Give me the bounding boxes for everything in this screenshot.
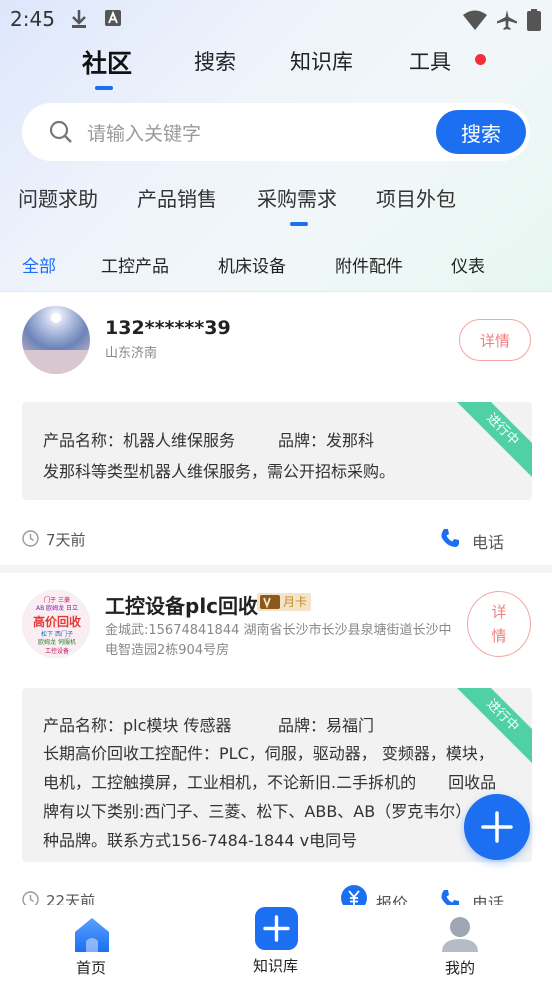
category-tab-indicator	[290, 222, 308, 226]
plus-icon	[481, 811, 513, 843]
search-input[interactable]: 请输入关键字	[87, 119, 201, 146]
card-separator	[0, 565, 552, 573]
post-info-box: 进行中 产品名称：plc模块 传感器 品牌：易福门 长期高价回收工控配件：PLC…	[22, 688, 532, 862]
avatar[interactable]	[22, 306, 90, 374]
person-icon	[442, 917, 478, 952]
keyboard-a-icon	[105, 10, 121, 26]
bottom-nav: 首页 知识库 我的	[0, 905, 552, 983]
tab-knowledge-base[interactable]: 知识库	[290, 46, 353, 76]
detail-button[interactable]: 详情	[467, 591, 531, 657]
nav-profile[interactable]	[440, 914, 480, 954]
brand-name: 品牌：易福门	[278, 716, 375, 735]
nav-home[interactable]	[72, 915, 112, 955]
user-name: 工控设备plc回收	[105, 594, 259, 618]
user-contact-address: 金城武:15674841844 湖南省长沙市长沙县泉塘街道长沙中电智造园2栋90…	[105, 623, 452, 658]
wifi-icon	[463, 10, 487, 30]
user-name: 132******39	[105, 317, 231, 339]
tab-tools[interactable]: 工具	[409, 46, 451, 76]
search-bar[interactable]: 请输入关键字 搜索	[22, 103, 530, 161]
plus-icon	[263, 915, 290, 942]
status-ribbon: 进行中	[451, 402, 532, 481]
nav-knowledge-base[interactable]	[255, 907, 298, 950]
airplane-mode-icon	[497, 10, 517, 30]
subtab-instruments[interactable]: 仪表	[451, 252, 485, 277]
post-time: 7天前	[46, 531, 86, 549]
clock-icon	[22, 530, 39, 547]
post-card[interactable]: 132******39 山东济南 详情 进行中 产品名称：机器人维保服务 品牌：…	[0, 292, 552, 565]
subtab-all[interactable]: 全部	[22, 252, 56, 277]
home-icon	[75, 918, 109, 952]
add-post-button[interactable]	[464, 794, 530, 860]
search-icon	[49, 120, 72, 143]
post-info-box: 进行中 产品名称：机器人维保服务 品牌：发那科 发那科等类型机器人维保服务，需公…	[22, 402, 532, 500]
tab-help[interactable]: 问题求助	[18, 183, 98, 212]
tab-product-sales[interactable]: 产品销售	[137, 183, 217, 212]
phone-icon[interactable]	[440, 528, 460, 548]
post-card[interactable]: 门子 三菱 AB 欧姆龙 日立 高价回收 松下 西门子 欧姆龙 伺服机 工控设备…	[0, 573, 552, 913]
phone-label[interactable]: 电话	[472, 529, 504, 553]
subtab-accessories[interactable]: 附件配件	[335, 252, 403, 277]
tab-community[interactable]: 社区	[82, 44, 132, 80]
nav-home-label[interactable]: 首页	[76, 957, 106, 978]
nav-profile-label[interactable]: 我的	[445, 957, 475, 978]
battery-icon	[527, 9, 541, 31]
subtab-industrial-control[interactable]: 工控产品	[101, 252, 169, 277]
notification-dot	[475, 54, 486, 65]
vip-card-icon	[260, 595, 280, 609]
membership-badge: 月卡	[257, 593, 312, 611]
avatar[interactable]: 门子 三菱 AB 欧姆龙 日立 高价回收 松下 西门子 欧姆龙 伺服机 工控设备	[22, 590, 90, 658]
status-time: 2:45	[10, 7, 55, 31]
status-bar: 2:45	[0, 0, 552, 40]
post-description: 长期高价回收工控配件：PLC，伺服，驱动器， 变频器，模块，电机，工控触摸屏，工…	[43, 744, 504, 850]
product-name: 产品名称：plc模块 传感器	[43, 716, 232, 735]
tab-project-outsourcing[interactable]: 项目外包	[376, 183, 456, 212]
download-icon	[72, 10, 86, 28]
subtab-machine-tools[interactable]: 机床设备	[218, 252, 286, 277]
detail-button[interactable]: 详情	[459, 319, 531, 361]
brand-name: 品牌：发那科	[278, 431, 375, 450]
product-name: 产品名称：机器人维保服务	[43, 431, 236, 450]
header-tab-indicator	[95, 86, 113, 90]
nav-knowledge-base-label[interactable]: 知识库	[253, 955, 298, 976]
tab-purchase-demand[interactable]: 采购需求	[257, 183, 337, 212]
tab-search[interactable]: 搜索	[194, 46, 236, 76]
user-location: 山东济南	[105, 346, 158, 361]
search-button[interactable]: 搜索	[436, 110, 526, 154]
post-description: 发那科等类型机器人维保服务，需公开招标采购。	[43, 462, 396, 481]
